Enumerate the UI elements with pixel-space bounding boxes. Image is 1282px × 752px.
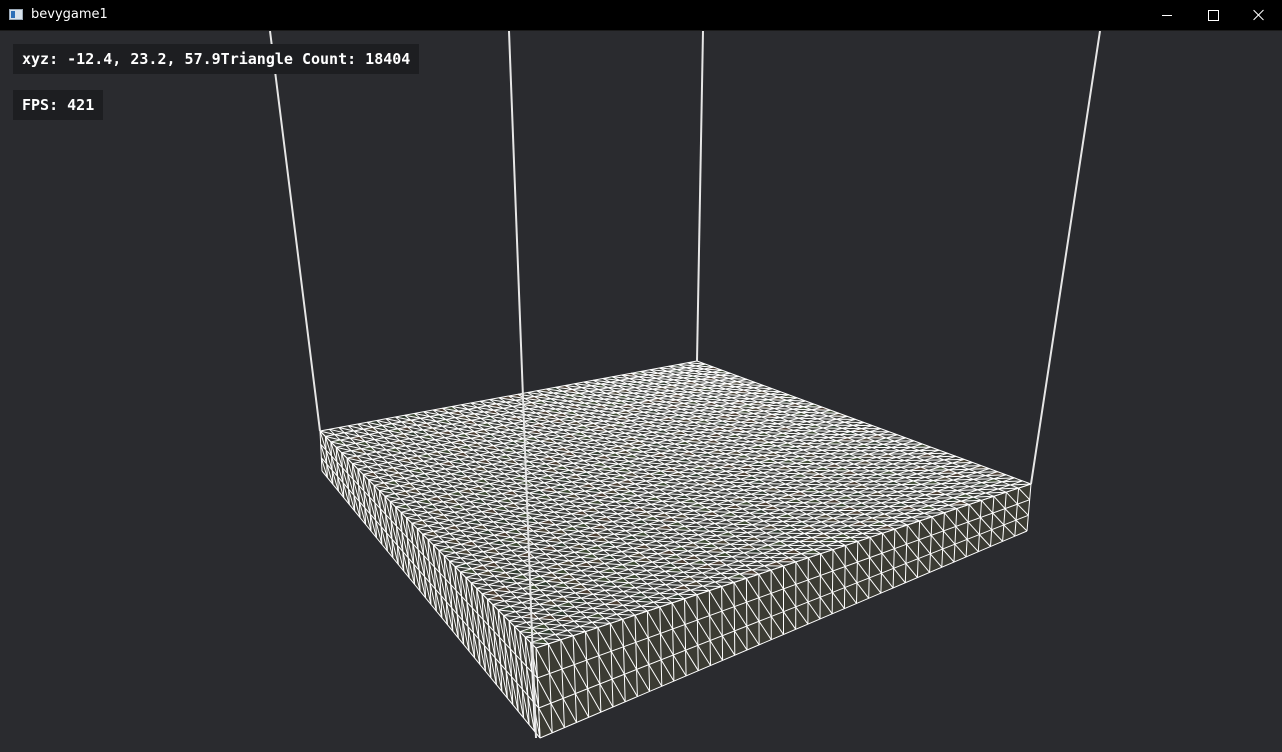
close-icon (1253, 9, 1265, 21)
game-viewport[interactable] (0, 31, 1282, 752)
wireframe-scene (269, 31, 1101, 739)
window-title: bevygame1 (31, 7, 108, 22)
minimize-icon (1162, 14, 1172, 16)
coords-triangle-hud: xyz: -12.4, 23.2, 57.9Triangle Count: 18… (13, 44, 420, 74)
maximize-button[interactable] (1190, 0, 1236, 30)
minimize-button[interactable] (1144, 0, 1190, 30)
fps-hud: FPS: 421 (13, 90, 104, 120)
window-app-icon[interactable] (9, 9, 23, 20)
maximize-icon (1207, 9, 1219, 21)
close-button[interactable] (1236, 0, 1282, 30)
window-titlebar[interactable]: bevygame1 (0, 0, 1282, 31)
